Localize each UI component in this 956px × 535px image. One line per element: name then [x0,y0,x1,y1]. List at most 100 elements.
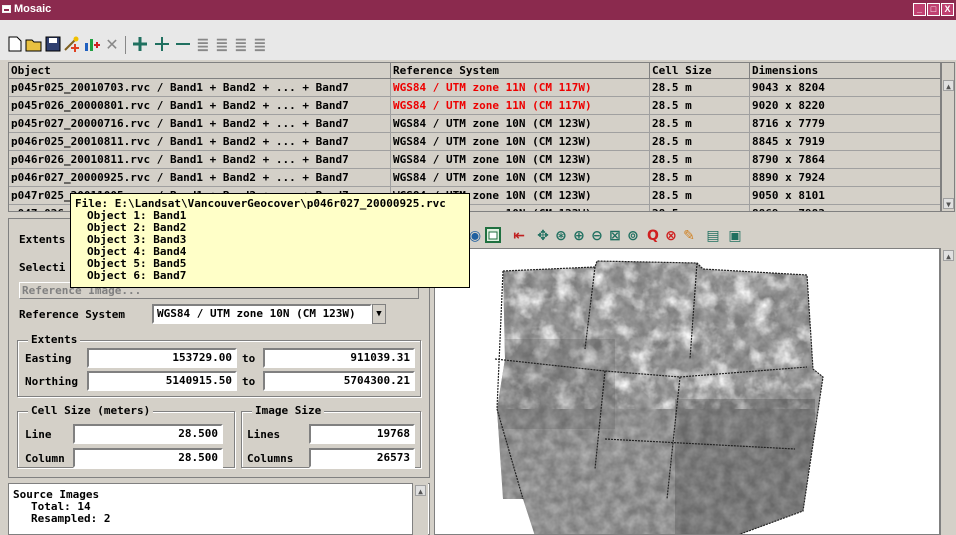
cell-dimensions: 9020 x 8220 [750,97,940,115]
table-row[interactable]: p046r025_20010811.rvc / Band1 + Band2 + … [9,133,940,151]
table-row[interactable]: p046r027_20000925.rvc / Band1 + Band2 + … [9,169,940,187]
cell-cell-size: 28.5 m [650,115,750,133]
zoom-pan-icon[interactable]: ✥ [534,227,552,245]
cell-dimensions: 8869 x 7983 [750,205,940,211]
viewer-toolbar: ◉ ⇤ ✥ ⊛ ⊕ ⊖ ⊠ ⊚ Q ⊗ ✎ ▤ ▣ [434,222,940,248]
wand-icon[interactable] [63,36,81,54]
cell-dimensions: 8716 x 7779 [750,115,940,133]
table-header: Object Reference System Cell Size Dimens… [9,63,940,79]
column-cell-field[interactable]: 28.500 [73,448,223,468]
lines-label: Lines [247,428,281,441]
chart-icon[interactable] [83,36,101,54]
table-row[interactable]: p045r025_20010703.rvc / Band1 + Band2 + … [9,79,940,97]
zoom-lasso-icon[interactable]: ⊛ [552,227,570,245]
close-button[interactable]: X [941,3,954,16]
layers-icon[interactable]: ▤ [704,227,722,245]
table-row[interactable]: p045r027_20000716.rvc / Band1 + Band2 + … [9,115,940,133]
cell-cell-size: 28.5 m [650,133,750,151]
columns-field[interactable]: 26573 [309,448,415,468]
maximize-button[interactable]: □ [927,3,940,16]
scroll-up-icon[interactable]: ▲ [415,485,426,496]
source-resampled: Resampled: 2 [31,512,111,525]
move-up-icon[interactable]: ≣ [213,36,231,54]
cell-size-group-title: Cell Size (meters) [28,404,154,418]
remove-icon[interactable] [174,36,192,54]
cell-reference-system: WGS84 / UTM zone 10N (CM 123W) [391,133,650,151]
cell-cell-size: 28.5 m [650,169,750,187]
easting-to-field[interactable]: 911039.31 [263,348,415,368]
viewer-scrollbar[interactable]: ▲ [940,248,956,535]
column-label: Column [25,452,65,465]
source-images-box: Source Images Total: 14 Resampled: 2 [8,483,430,535]
northing-from-field[interactable]: 5140915.50 [87,371,237,391]
delete-icon[interactable]: ✕ [103,36,121,54]
zoom-red-icon[interactable]: Q [644,227,662,245]
table-scrollbar[interactable]: ▲ ▼ [941,62,955,212]
line-cell-field[interactable]: 28.500 [73,424,223,444]
extents-group-title: Extents [28,333,81,347]
new-icon[interactable] [6,36,24,54]
zoom-in-icon[interactable]: ⊕ [570,227,588,245]
column-header-dimensions[interactable]: Dimensions [750,63,940,79]
northing-label: Northing [25,375,78,388]
easting-label: Easting [25,352,72,365]
table-row[interactable]: p046r026_20010811.rvc / Band1 + Band2 + … [9,151,940,169]
save-icon[interactable] [44,36,62,54]
line-label: Line [25,428,52,441]
arrow-left-icon[interactable]: ⇤ [510,227,528,245]
cell-reference-system: WGS84 / UTM zone 11N (CM 117W) [391,97,650,115]
cell-dimensions: 9050 x 8101 [750,187,940,205]
tile-icon[interactable]: ▣ [726,227,744,245]
northing-to-field[interactable]: 5704300.21 [263,371,415,391]
move-down-icon[interactable]: ≣ [251,36,269,54]
paint-icon[interactable]: ✎ [680,227,698,245]
cell-reference-system: WGS84 / UTM zone 10N (CM 123W) [391,169,650,187]
zoom-full-icon[interactable]: ⊚ [624,227,642,245]
image-size-group-title: Image Size [252,404,325,418]
cell-reference-system: WGS84 / UTM zone 10N (CM 123W) [391,151,650,169]
add-icon[interactable] [131,36,149,54]
cell-dimensions: 8845 x 7919 [750,133,940,151]
cell-dimensions: 8890 x 7924 [750,169,940,187]
reference-system-select[interactable]: WGS84 / UTM zone 10N (CM 123W) ▼ [152,304,386,324]
cell-reference-system: WGS84 / UTM zone 10N (CM 123W) [391,115,650,133]
stop-icon[interactable]: ⊗ [662,227,680,245]
easting-from-field[interactable]: 153729.00 [87,348,237,368]
lines-field[interactable]: 19768 [309,424,415,444]
window-menu-icon[interactable] [2,5,11,13]
source-scrollbar[interactable]: ▲ [412,483,428,535]
minimize-button[interactable]: _ [913,3,926,16]
cell-reference-system: WGS84 / UTM zone 11N (CM 117W) [391,79,650,97]
cell-dimensions: 8790 x 7864 [750,151,940,169]
cell-cell-size: 28.5 m [650,151,750,169]
column-header-object[interactable]: Object [9,63,391,79]
cell-dimensions: 9043 x 8204 [750,79,940,97]
mosaic-view[interactable] [434,248,940,535]
selection-label: Selecti [19,261,66,274]
tab-extents[interactable]: Extents [19,233,65,246]
column-header-cell-size[interactable]: Cell Size [650,63,750,79]
table-row[interactable]: p045r026_20000801.rvc / Band1 + Band2 + … [9,97,940,115]
chevron-down-icon[interactable]: ▼ [372,304,386,324]
scroll-down-icon[interactable]: ▼ [943,198,954,209]
cell-object: p046r026_20010811.rvc / Band1 + Band2 + … [9,151,391,169]
cell-cell-size: 28.5 m [650,205,750,211]
cell-object: p045r026_20000801.rvc / Band1 + Band2 + … [9,97,391,115]
cell-object: p045r027_20000716.rvc / Band1 + Band2 + … [9,115,391,133]
zoom-out-icon[interactable]: ⊖ [588,227,606,245]
move-up-icon[interactable]: ≣ [194,36,212,54]
to-label: to [242,375,256,388]
add-icon[interactable] [153,36,171,54]
column-header-reference-system[interactable]: Reference System [391,63,650,79]
to-label: to [242,352,256,365]
columns-label: Columns [247,452,294,465]
scroll-up-icon[interactable]: ▲ [943,80,954,91]
move-down-icon[interactable]: ≣ [232,36,250,54]
cell-object: p046r027_20000925.rvc / Band1 + Band2 + … [9,169,391,187]
cell-object: p046r025_20010811.rvc / Band1 + Band2 + … [9,133,391,151]
zoom-box-icon[interactable]: ⊠ [606,227,624,245]
window-icon[interactable] [484,227,502,245]
open-icon[interactable] [25,36,43,54]
scroll-up-icon[interactable]: ▲ [943,250,954,261]
window-title: Mosaic [14,3,52,15]
